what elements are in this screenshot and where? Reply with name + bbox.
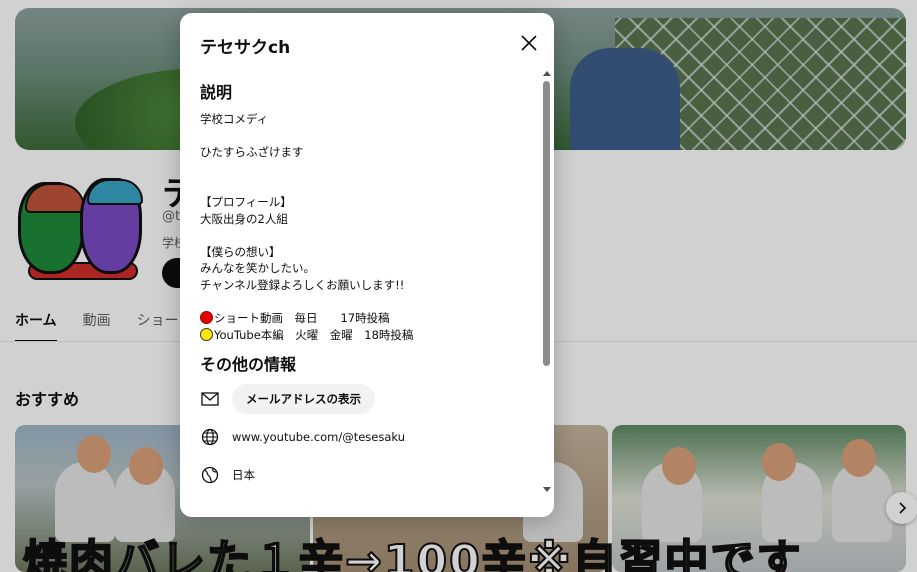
description-line: ひたすらふざけます: [200, 145, 304, 160]
schedule-text: ショート動画 毎日 17時投稿: [214, 311, 390, 326]
description-line: チャンネル登録よろしくお願いします!!: [200, 277, 405, 292]
scroll-down-arrow-icon[interactable]: [543, 487, 551, 492]
description-line: 学校コメディ: [200, 112, 269, 126]
close-button[interactable]: [517, 31, 541, 55]
about-dialog: テセサクch 説明 学校コメディ ひたすらふざけます 【プロフィール】 大阪出身…: [180, 13, 554, 517]
scrollbar-thumb[interactable]: [543, 81, 550, 366]
globe-icon: [200, 427, 220, 447]
schedule-text: YouTube本編 火曜 金曜 18時投稿: [214, 327, 414, 342]
description-line: [200, 177, 530, 194]
description-line: [200, 294, 530, 311]
mail-icon: [200, 389, 220, 409]
description-line: [200, 227, 530, 244]
schedule-line-shorts: ショート動画 毎日 17時投稿: [200, 310, 530, 327]
description-text: 学校コメディ ひたすらふざけます 【プロフィール】 大阪出身の2人組 【僕らの想…: [200, 111, 530, 343]
email-row: メールアドレスの表示: [200, 384, 530, 415]
description-heading: 説明: [200, 83, 233, 102]
description-line: 【僕らの想い】: [200, 244, 281, 259]
yellow-circle-icon: [200, 327, 213, 341]
website-link[interactable]: www.youtube.com/@tesesaku: [232, 430, 405, 444]
dialog-title: テセサクch: [200, 38, 291, 58]
description-line: 大阪出身の2人組: [200, 211, 288, 226]
dialog-body[interactable]: 説明 学校コメディ ひたすらふざけます 【プロフィール】 大阪出身の2人組 【僕…: [200, 79, 530, 509]
description-line: [200, 161, 530, 178]
description-line: 【プロフィール】: [200, 194, 292, 209]
show-email-button[interactable]: メールアドレスの表示: [232, 384, 375, 415]
close-icon: [521, 35, 537, 51]
schedule-line-main: YouTube本編 火曜 金曜 18時投稿: [200, 327, 530, 344]
globe-location-icon: [200, 465, 220, 485]
description-line: みんなを笑かしたい。: [200, 261, 315, 276]
dialog-scrollbar[interactable]: [540, 69, 552, 509]
country-text: 日本: [232, 468, 255, 483]
other-info-heading: その他の情報: [200, 355, 297, 375]
red-circle-icon: [200, 311, 213, 325]
description-line: [200, 128, 530, 145]
country-row: 日本: [200, 461, 530, 489]
scroll-up-arrow-icon[interactable]: [543, 71, 551, 76]
website-row: www.youtube.com/@tesesaku: [200, 423, 530, 451]
